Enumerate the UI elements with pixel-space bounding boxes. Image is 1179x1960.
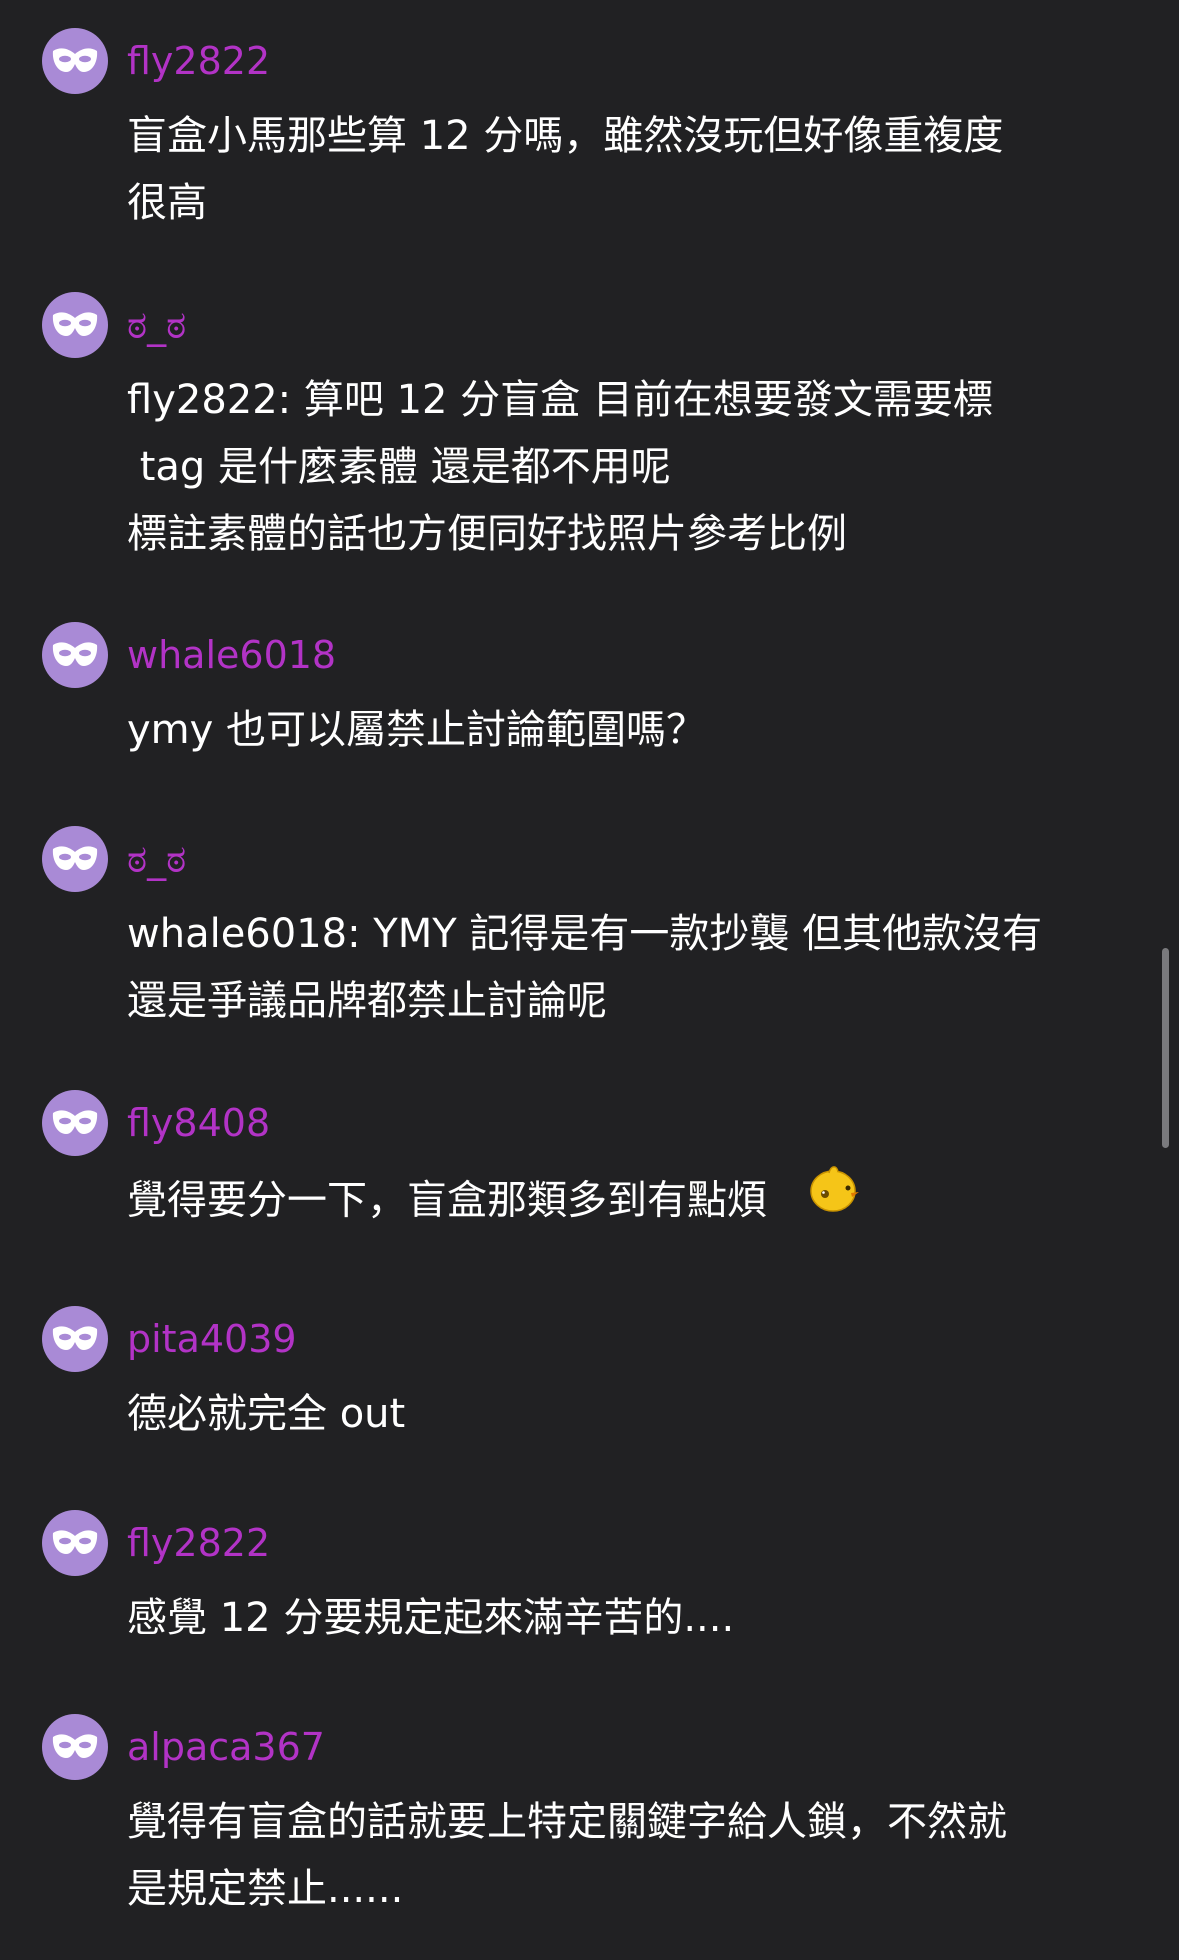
comment-line: 德必就完全 out [127, 1391, 406, 1437]
username[interactable]: whale6018 [127, 631, 336, 679]
comment-text: 德必就完全 out [127, 1381, 1147, 1448]
comment-line: ymy 也可以屬禁止討論範圍嗎？ [127, 707, 707, 753]
anonymous-mask-icon [52, 642, 98, 666]
comment-line: whale6018: YMY 記得是有一款抄襲 但其他款沒有 [127, 911, 1043, 957]
comment-line: 盲盒小馬那些算 12 分嗎，雖然沒玩但好像重複度 [127, 113, 1004, 159]
username[interactable]: ಠ_ಠ [127, 835, 186, 883]
comment-line: 標註素體的話也方便同好找照片參考比例 [127, 511, 847, 557]
username[interactable]: ಠ_ಠ [127, 301, 186, 349]
comment-text: ymy 也可以屬禁止討論範圍嗎？ [127, 697, 1147, 764]
anonymous-mask-icon [52, 1110, 98, 1134]
avatar[interactable] [42, 28, 108, 94]
yellow-chick-emoji-icon [807, 1161, 861, 1236]
comment-text: fly2822: 算吧 12 分盲盒 目前在想要發文需要標 tag 是什麼素體 … [127, 367, 1147, 568]
comment-text: 感覺 12 分要規定起來滿辛苦的.... [127, 1585, 1147, 1652]
anonymous-mask-icon [52, 1530, 98, 1554]
username[interactable]: fly8408 [127, 1099, 270, 1147]
comment-text: 覺得有盲盒的話就要上特定關鍵字給人鎖，不然就 是規定禁止...... [127, 1789, 1147, 1923]
comment-line: 很高 [127, 180, 207, 226]
anonymous-mask-icon [52, 1734, 98, 1758]
anonymous-mask-icon [52, 312, 98, 336]
avatar[interactable] [42, 1510, 108, 1576]
anonymous-mask-icon [52, 48, 98, 72]
avatar[interactable] [42, 826, 108, 892]
comment-text: 盲盒小馬那些算 12 分嗎，雖然沒玩但好像重複度 很高 [127, 103, 1147, 237]
avatar[interactable] [42, 292, 108, 358]
username[interactable]: fly2822 [127, 1519, 270, 1567]
comment-line: 覺得要分一下，盲盒那類多到有點煩 [127, 1165, 1147, 1240]
avatar[interactable] [42, 1090, 108, 1156]
avatar[interactable] [42, 1306, 108, 1372]
anonymous-mask-icon [52, 846, 98, 870]
comment-line: 感覺 12 分要規定起來滿辛苦的.... [127, 1595, 735, 1641]
avatar[interactable] [42, 622, 108, 688]
username[interactable]: alpaca367 [127, 1723, 325, 1771]
comment-line: 是規定禁止...... [127, 1866, 404, 1912]
comment-line: 還是爭議品牌都禁止討論呢 [127, 978, 607, 1024]
comment-line-text: 覺得要分一下，盲盒那類多到有點煩 [127, 1177, 767, 1224]
comment-text: 覺得要分一下，盲盒那類多到有點煩 [127, 1165, 1147, 1240]
username[interactable]: fly2822 [127, 37, 270, 85]
vertical-scrollbar[interactable] [1162, 948, 1169, 1148]
comment-line: 覺得有盲盒的話就要上特定關鍵字給人鎖，不然就 [127, 1799, 1007, 1845]
username[interactable]: pita4039 [127, 1315, 297, 1363]
comment-text: whale6018: YMY 記得是有一款抄襲 但其他款沒有 還是爭議品牌都禁止… [127, 901, 1147, 1035]
comment-line: tag 是什麼素體 還是都不用呢 [127, 444, 671, 490]
comment-line: fly2822: 算吧 12 分盲盒 目前在想要發文需要標 [127, 377, 993, 423]
anonymous-mask-icon [52, 1326, 98, 1350]
avatar[interactable] [42, 1714, 108, 1780]
